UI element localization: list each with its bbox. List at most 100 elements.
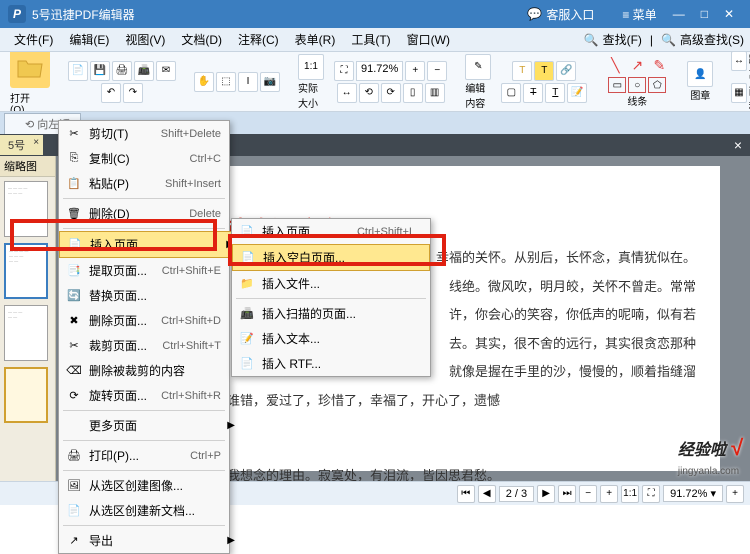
rotate-left-icon[interactable]: ⟲: [359, 83, 379, 103]
menu-form[interactable]: 表单(R): [287, 31, 344, 48]
doc-tab[interactable]: 5号×: [0, 135, 43, 155]
thumbnail-new[interactable]: [4, 367, 48, 423]
thumbnail-1[interactable]: — — — —— — —: [4, 181, 48, 237]
thumbnail-2[interactable]: — — — —— — —— —: [4, 243, 48, 299]
search-icon: 🔍: [661, 33, 676, 47]
minimize-button[interactable]: —: [665, 7, 693, 21]
menu-bar: 文件(F) 编辑(E) 视图(V) 文档(D) 注释(C) 表单(R) 工具(T…: [0, 28, 750, 52]
ctx-delete-page[interactable]: ✖删除页面...Ctrl+Shift+D: [59, 308, 239, 333]
sb-zoom-out-icon[interactable]: −: [579, 485, 597, 503]
close-button[interactable]: ✕: [716, 7, 742, 21]
select-icon[interactable]: ⬚: [216, 72, 236, 92]
menu-file[interactable]: 文件(F): [6, 31, 61, 48]
snapshot-icon[interactable]: 📷: [260, 72, 280, 92]
area-icon[interactable]: ▦: [731, 83, 746, 103]
rect-icon[interactable]: ▭: [608, 77, 626, 93]
ctx-print[interactable]: 🖨打印(P)...Ctrl+P: [59, 443, 239, 468]
polygon-icon[interactable]: ⬠: [648, 77, 666, 93]
rtf-icon: 📄: [238, 356, 256, 372]
scan-icon[interactable]: 📠: [134, 61, 154, 81]
ctx-extract[interactable]: 📑提取页面...Ctrl+Shift+E: [59, 258, 239, 283]
zoom-in-icon[interactable]: +: [405, 61, 425, 81]
ctx-copy[interactable]: ⎘复制(C)Ctrl+C: [59, 146, 239, 171]
menu-button[interactable]: ≡ 菜单: [614, 6, 664, 23]
ctx-delete[interactable]: 🗑删除(D)Delete: [59, 201, 239, 226]
ctx-cut[interactable]: ✂剪切(T)Shift+Delete: [59, 121, 239, 146]
realsize-icon[interactable]: 1:1: [298, 54, 324, 80]
undo-icon[interactable]: ↶: [101, 83, 121, 103]
menu-edit[interactable]: 编辑(E): [61, 31, 117, 48]
edit-label: 编辑内容: [465, 80, 491, 110]
menu-window[interactable]: 窗口(W): [399, 31, 458, 48]
open-button[interactable]: [10, 52, 50, 88]
text-select-icon[interactable]: I: [238, 72, 258, 92]
circle-icon[interactable]: ○: [628, 77, 646, 93]
last-page-icon[interactable]: ⏭: [558, 485, 576, 503]
strikeout-icon[interactable]: T: [523, 83, 543, 103]
zoom-dropdown[interactable]: 91.72%: [356, 61, 403, 81]
sub-insert-file[interactable]: 📁插入文件...: [232, 271, 430, 296]
ctx-create-img[interactable]: 🖼从选区创建图像...: [59, 473, 239, 498]
prev-page-icon[interactable]: ◀: [478, 485, 496, 503]
service-entry[interactable]: 💬 客服入口: [527, 6, 594, 23]
line-icon[interactable]: ╲: [605, 55, 625, 75]
sub-insert-text[interactable]: 📝插入文本...: [232, 326, 430, 351]
sub-insert-scan[interactable]: 📠插入扫描的页面...: [232, 301, 430, 326]
menu-tool[interactable]: 工具(T): [343, 31, 398, 48]
pencil-icon[interactable]: ✎: [649, 55, 669, 75]
zoom-indicator[interactable]: 91.72% ▾: [663, 485, 723, 502]
sb-zoom-in-icon[interactable]: +: [600, 485, 618, 503]
sb-plus-icon[interactable]: +: [726, 485, 744, 503]
rotate-icon: ⟳: [65, 388, 83, 404]
save-icon[interactable]: 💾: [90, 61, 110, 81]
new-icon[interactable]: 📄: [68, 61, 88, 81]
note-icon[interactable]: 📝: [567, 83, 587, 103]
zoom-out-icon[interactable]: −: [427, 61, 447, 81]
thumbnail-3[interactable]: — — —— —: [4, 305, 48, 361]
menu-view[interactable]: 视图(V): [117, 31, 173, 48]
form-icon[interactable]: ▢: [501, 83, 521, 103]
single-page-icon[interactable]: ▯: [403, 83, 423, 103]
arrow-icon[interactable]: ↗: [627, 55, 647, 75]
fit-width-icon[interactable]: ↔: [337, 83, 357, 103]
ctx-crop[interactable]: ✂裁剪页面...Ctrl+Shift+T: [59, 333, 239, 358]
highlight-icon[interactable]: T: [534, 61, 554, 81]
email-icon[interactable]: ✉: [156, 61, 176, 81]
advanced-find-button[interactable]: 高级查找(S): [680, 31, 744, 48]
first-page-icon[interactable]: ⏮: [457, 485, 475, 503]
maximize-button[interactable]: □: [693, 7, 716, 21]
ctx-rotate[interactable]: ⟳旋转页面...Ctrl+Shift+R: [59, 383, 239, 408]
sb-fit-icon[interactable]: ⛶: [642, 485, 660, 503]
file-icon: 📁: [238, 276, 256, 292]
menu-comment[interactable]: 注释(C): [230, 31, 287, 48]
rotate-right-icon[interactable]: ⟳: [381, 83, 401, 103]
next-page-icon[interactable]: ▶: [537, 485, 555, 503]
stamp-icon[interactable]: 👤: [687, 61, 713, 87]
tabbar-close-icon[interactable]: ×: [726, 137, 750, 153]
ctx-paste[interactable]: 📋粘贴(P)Shift+Insert: [59, 171, 239, 196]
sub-insert-blank[interactable]: 📄插入空白页面...: [232, 244, 430, 271]
find-button[interactable]: 查找(F): [603, 31, 642, 48]
page-indicator[interactable]: 2 / 3: [499, 486, 534, 502]
sb-realsize-icon[interactable]: 1:1: [621, 485, 639, 503]
ctx-export[interactable]: ↗导出▶: [59, 528, 239, 553]
print-icon[interactable]: 🖨: [112, 61, 132, 81]
underline-icon[interactable]: T: [545, 83, 565, 103]
redo-icon[interactable]: ↷: [123, 83, 143, 103]
ctx-create-doc[interactable]: 📄从选区创建新文档...: [59, 498, 239, 523]
link-icon[interactable]: 🔗: [556, 61, 576, 81]
tab-close-icon[interactable]: ×: [33, 137, 39, 148]
distance-icon[interactable]: ↔: [731, 52, 746, 71]
add-text-icon[interactable]: T: [512, 61, 532, 81]
sub-insert-page[interactable]: 📄插入页面...Ctrl+Shift+I: [232, 219, 430, 244]
menu-document[interactable]: 文档(D): [173, 31, 230, 48]
continuous-icon[interactable]: ▥: [425, 83, 445, 103]
fit-page-icon[interactable]: ⛶: [334, 61, 354, 81]
sub-insert-rtf[interactable]: 📄插入 RTF...: [232, 351, 430, 376]
ctx-more[interactable]: 更多页面▶: [59, 413, 239, 438]
hand-icon[interactable]: ✋: [194, 72, 214, 92]
edit-content-icon[interactable]: ✎: [465, 54, 491, 80]
ctx-insert-page[interactable]: 📄插入页面▶: [59, 231, 239, 258]
ctx-delete-crop[interactable]: ⌫删除被裁剪的内容: [59, 358, 239, 383]
ctx-replace[interactable]: 🔄替换页面...: [59, 283, 239, 308]
